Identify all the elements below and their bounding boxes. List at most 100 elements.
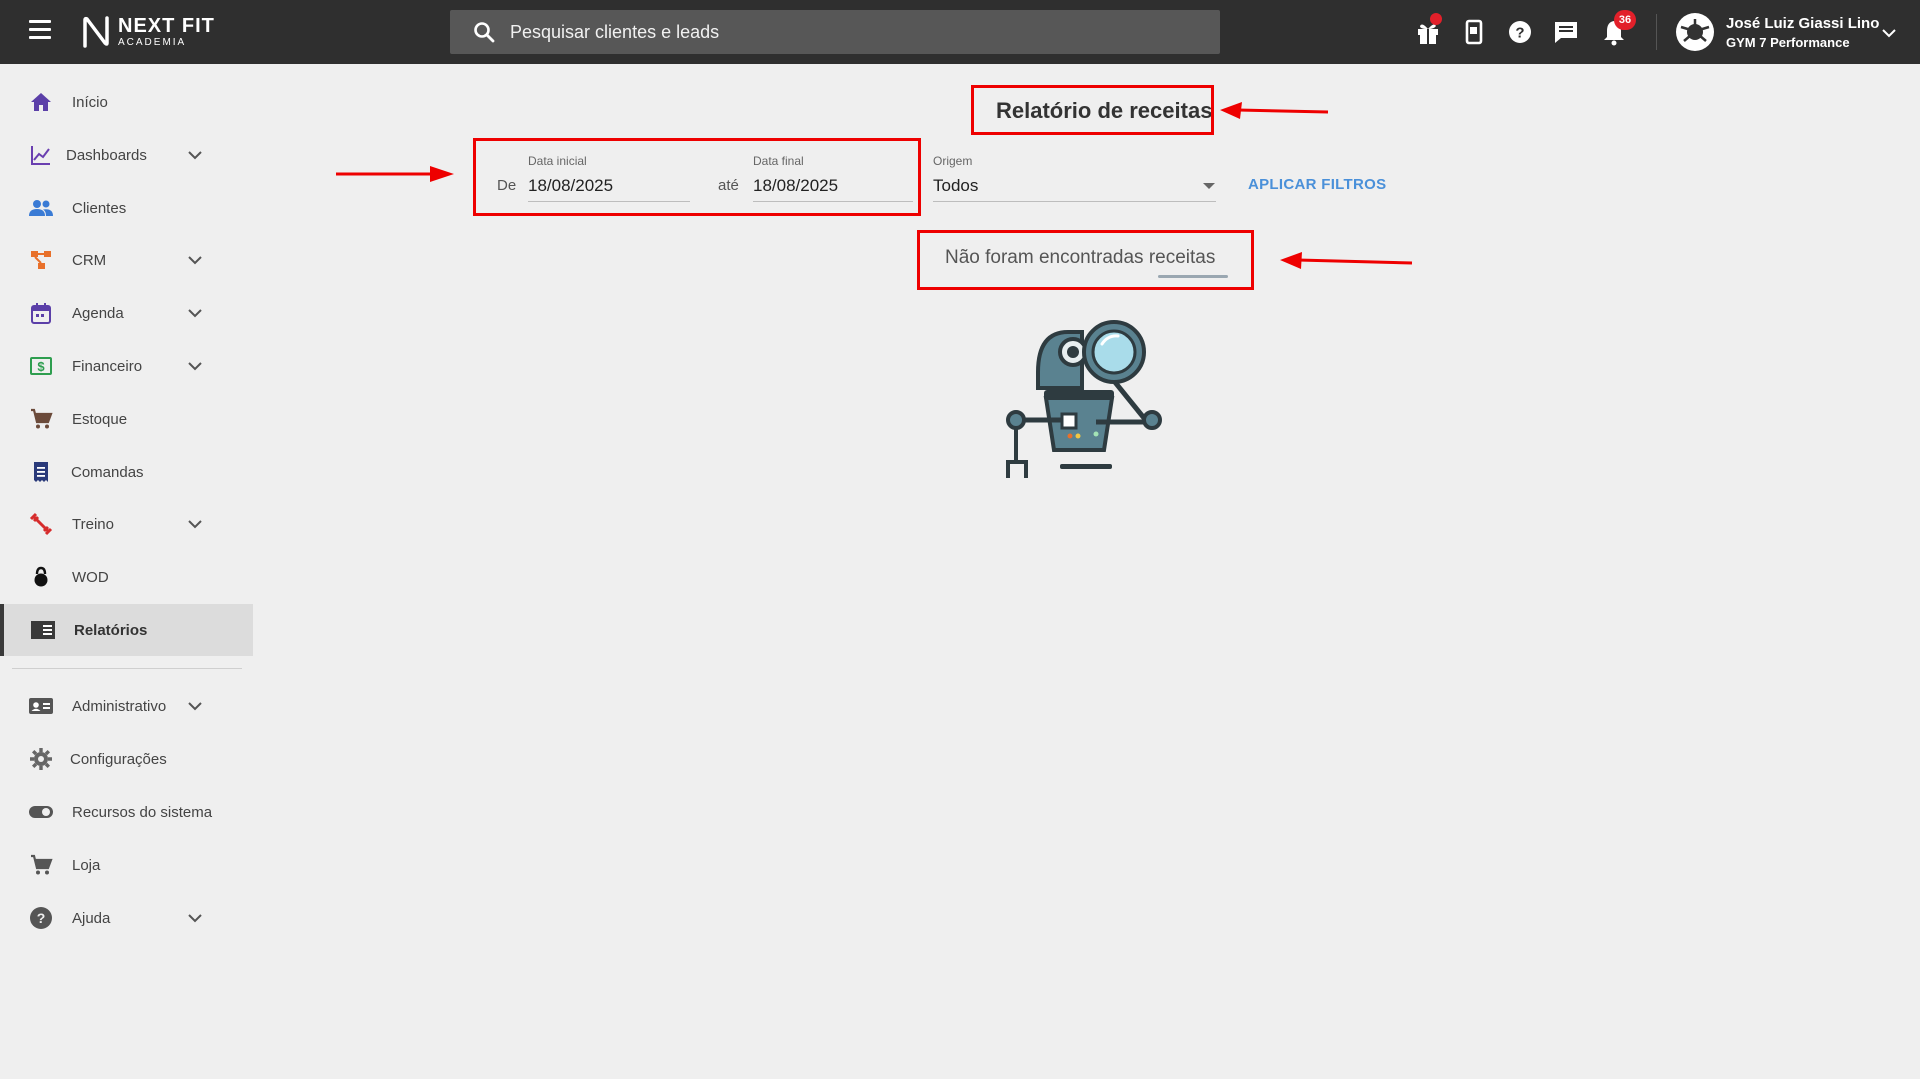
sidebar-item-configuracoes[interactable]: Configurações: [0, 733, 253, 785]
id-card-icon: [28, 693, 54, 719]
sidebar: Início Dashboards Clientes CRM Agenda $ …: [0, 64, 253, 1079]
logo-mark-icon: [83, 16, 109, 48]
sidebar-item-label: CRM: [72, 251, 107, 269]
avatar[interactable]: [1676, 13, 1714, 51]
chevron-down-icon[interactable]: [186, 304, 204, 322]
sidebar-item-estoque[interactable]: Estoque: [0, 393, 253, 445]
robot-magnifier-illustration: [1006, 320, 1162, 478]
report-icon: [30, 617, 56, 643]
kettlebell-icon: [28, 564, 54, 590]
start-date-underline: [528, 201, 690, 202]
origin-label: Origem: [933, 154, 973, 168]
sidebar-item-wod[interactable]: WOD: [0, 551, 253, 603]
sidebar-item-administrativo[interactable]: Administrativo: [0, 680, 253, 732]
sidebar-item-financeiro[interactable]: $ Financeiro: [0, 340, 253, 392]
sidebar-item-label: Estoque: [72, 410, 128, 428]
toggle-icon: [28, 799, 54, 825]
sidebar-item-crm[interactable]: CRM: [0, 234, 253, 286]
logo-title: NEXT FIT: [118, 15, 215, 37]
sidebar-item-agenda[interactable]: Agenda: [0, 287, 253, 339]
chart-line-icon: [28, 142, 54, 168]
apply-filters-button[interactable]: APLICAR FILTROS: [1248, 176, 1386, 193]
sidebar-item-label: Agenda: [72, 304, 124, 322]
sidebar-item-treino[interactable]: Treino: [0, 498, 253, 550]
origin-select[interactable]: Todos: [933, 176, 978, 196]
empty-message: Não foram encontradas receitas: [945, 247, 1216, 268]
chat-icon[interactable]: [1552, 18, 1580, 46]
flow-icon: [28, 247, 54, 273]
chevron-down-icon[interactable]: [186, 251, 204, 269]
gift-icon[interactable]: [1414, 13, 1442, 46]
svg-text:$: $: [37, 359, 45, 374]
sidebar-item-inicio[interactable]: Início: [0, 76, 253, 128]
sidebar-item-ajuda[interactable]: ? Ajuda: [0, 892, 253, 944]
annotation-box-title: [971, 85, 1214, 135]
help-icon[interactable]: ?: [1506, 18, 1534, 46]
gear-icon: [28, 746, 54, 772]
sidebar-item-label: Treino: [72, 515, 114, 533]
user-name: José Luiz Giassi Lino: [1726, 15, 1880, 32]
sidebar-item-label: Dashboards: [66, 146, 147, 164]
de-label: De: [497, 177, 517, 194]
end-date-input[interactable]: 18/08/2025: [753, 176, 838, 196]
dropdown-arrow-icon[interactable]: [1202, 181, 1216, 191]
sidebar-item-label: Relatórios: [74, 621, 148, 639]
money-icon: $: [28, 353, 54, 379]
sidebar-item-comandas[interactable]: Comandas: [0, 446, 253, 498]
user-gym: GYM 7 Performance: [1726, 35, 1850, 50]
receipt-icon: [28, 459, 54, 485]
sidebar-item-label: Clientes: [72, 199, 127, 217]
top-bar: NEXT FIT ACADEMIA ?: [0, 0, 1920, 64]
end-date-underline: [753, 201, 913, 202]
help-icon: ?: [28, 905, 54, 931]
chevron-down-icon[interactable]: [186, 515, 204, 533]
menu-icon[interactable]: [29, 20, 59, 44]
user-info[interactable]: José Luiz Giassi Lino GYM 7 Performance: [1726, 15, 1879, 50]
logo[interactable]: NEXT FIT ACADEMIA: [82, 15, 215, 49]
logo-subtitle: ACADEMIA: [118, 37, 187, 48]
origin-underline: [933, 201, 1216, 202]
start-date-label: Data inicial: [528, 154, 587, 168]
sidebar-divider: [12, 668, 242, 669]
sidebar-item-label: Configurações: [70, 750, 167, 768]
chevron-down-icon[interactable]: [186, 697, 204, 715]
sidebar-item-label: WOD: [72, 568, 109, 586]
gift-alert-dot: [1430, 13, 1442, 25]
chevron-down-icon[interactable]: [1880, 24, 1898, 42]
top-divider: [1656, 14, 1657, 50]
calendar-icon: [28, 300, 54, 326]
cart-icon: [28, 852, 54, 878]
notifications-bell-icon[interactable]: 36: [1600, 10, 1636, 46]
people-icon: [28, 195, 54, 221]
chevron-down-icon[interactable]: [186, 909, 204, 927]
sidebar-item-label: Recursos do sistema: [72, 803, 213, 821]
sidebar-item-label: Ajuda: [72, 909, 111, 927]
svg-text:?: ?: [37, 910, 46, 926]
sidebar-item-recursos-do-sistema[interactable]: Recursos do sistema: [0, 786, 253, 838]
chevron-down-icon[interactable]: [186, 146, 204, 164]
annotation-arrow-filters: [336, 166, 454, 182]
sidebar-item-label: Loja: [72, 856, 101, 874]
sidebar-item-dashboards[interactable]: Dashboards: [0, 129, 253, 181]
notifications-badge: 36: [1614, 10, 1636, 30]
start-date-input[interactable]: 18/08/2025: [528, 176, 613, 196]
search-bar[interactable]: [450, 10, 1220, 54]
search-icon: [474, 22, 495, 43]
search-input[interactable]: [510, 21, 1220, 43]
home-icon: [28, 89, 54, 115]
end-date-label: Data final: [753, 154, 804, 168]
sidebar-item-relatorios[interactable]: Relatórios: [0, 604, 253, 656]
annotation-arrow-title: [1220, 102, 1329, 119]
empty-message-underline: [1158, 275, 1228, 278]
svg-text:?: ?: [1515, 25, 1524, 42]
chevron-down-icon[interactable]: [186, 357, 204, 375]
mobile-app-icon[interactable]: [1460, 18, 1488, 46]
cart-icon: [28, 406, 54, 432]
ate-label: até: [718, 177, 739, 194]
sidebar-item-label: Financeiro: [72, 357, 143, 375]
annotation-arrow-empty: [1280, 252, 1413, 269]
sidebar-item-clientes[interactable]: Clientes: [0, 182, 253, 234]
sidebar-item-label: Comandas: [71, 463, 144, 481]
sidebar-item-label: Início: [72, 93, 108, 111]
sidebar-item-loja[interactable]: Loja: [0, 839, 253, 891]
